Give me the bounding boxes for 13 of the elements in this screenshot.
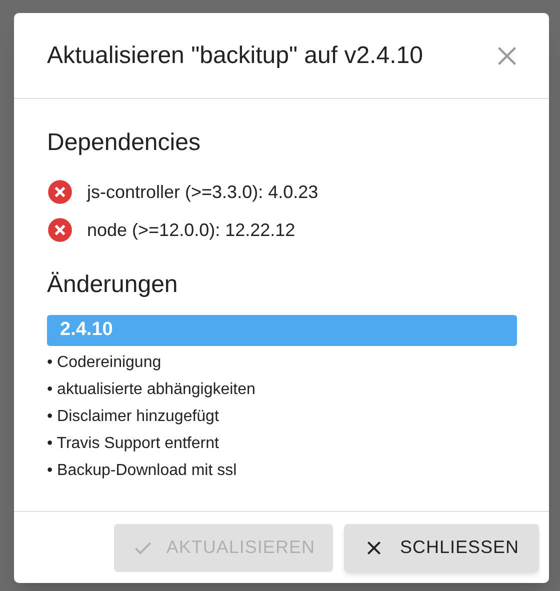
- dependency-label: js-controller (>=3.3.0): 4.0.23: [87, 180, 318, 204]
- dependency-label: node (>=12.0.0): 12.22.12: [87, 218, 296, 242]
- change-entry: • Disclaimer hinzugefügt: [47, 407, 220, 427]
- change-entry: • Backup-Download mit ssl: [47, 461, 238, 481]
- change-entry: • aktualisierte abhängigkeiten: [47, 380, 256, 400]
- section-heading: Änderungen: [47, 270, 179, 300]
- version-label: 2.4.10: [60, 318, 113, 342]
- change-entry: • Travis Support entfernt: [47, 434, 220, 454]
- section-heading: Dependencies: [47, 128, 202, 158]
- change-entry: • Codereinigung: [47, 353, 162, 373]
- close-button[interactable]: SCHLIESSEN: [344, 524, 539, 572]
- close-icon: [496, 44, 518, 66]
- dialog-title: Aktualisieren "backitup" auf v2.4.10: [47, 40, 423, 70]
